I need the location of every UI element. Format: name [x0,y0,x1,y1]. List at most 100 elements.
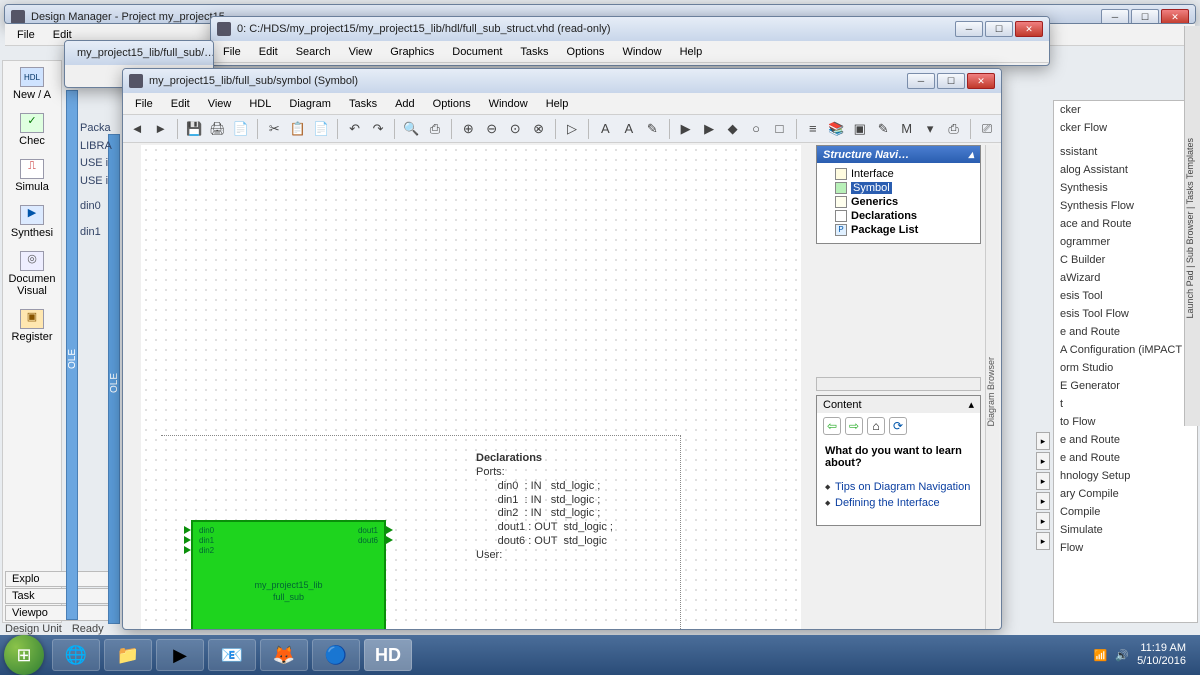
task-list-row[interactable]: Synthesis Flow [1054,197,1197,215]
taskbar-item[interactable]: ▶ [156,639,204,671]
minimize-button[interactable]: ─ [1101,9,1129,24]
toolbar-button[interactable]: 📚 [826,118,846,140]
pin-in[interactable]: din0 [199,526,214,535]
menu-item[interactable]: Tasks [341,96,385,112]
task-list-row[interactable]: E Generator [1054,377,1197,395]
menu-item[interactable]: Tasks [512,44,556,60]
task-list-row[interactable]: e and Route [1054,431,1197,449]
tray-icon[interactable]: 🔊 [1115,649,1129,662]
menu-item[interactable]: Graphics [382,44,442,60]
nav-item-packagelist[interactable]: PPackage List [835,223,976,237]
toolbar-button[interactable]: ▷ [562,118,582,140]
close-button[interactable]: ✕ [1015,21,1043,37]
dm-item-new[interactable]: HDLNew / A [3,61,61,107]
toolbar-button[interactable]: ⊖ [482,118,502,140]
maximize-button[interactable]: ☐ [1131,9,1159,24]
task-list-row[interactable]: C Builder [1054,251,1197,269]
toolbar-button[interactable]: 📄 [231,118,251,140]
toolbar-button[interactable]: 📋 [288,118,308,140]
nav-item-generics[interactable]: Generics [835,195,976,209]
menu-item[interactable]: Search [288,44,339,60]
task-list-row[interactable]: to Flow [1054,413,1197,431]
home-icon[interactable]: ⌂ [867,417,885,435]
toolbar-button[interactable]: ▶ [675,118,695,140]
sidebar-btn[interactable]: ▸ [1036,492,1050,510]
dm-item-synth[interactable]: ▶Synthesi [3,199,61,245]
toolbar-button[interactable]: 💾 [184,118,204,140]
nav-item-symbol[interactable]: Symbol [835,181,976,195]
pin-out[interactable]: dout1 [358,526,378,535]
toolbar-button[interactable]: ✎ [642,118,662,140]
diagram-browser-tab[interactable]: Diagram Browser [985,145,999,629]
sidebar-btn[interactable]: ▸ [1036,512,1050,530]
toolbar-button[interactable]: 📄 [311,118,331,140]
taskbar-item-active[interactable]: HD [364,639,412,671]
menu-file[interactable]: File [9,27,43,43]
toolbar-button[interactable]: 🔍 [401,118,421,140]
menu-item[interactable]: HDL [241,96,279,112]
close-button[interactable]: ✕ [967,73,995,89]
task-list-row[interactable]: aWizard [1054,269,1197,287]
maximize-button[interactable]: ☐ [985,21,1013,37]
toolbar-button[interactable]: M [896,118,916,140]
toolbar-button[interactable]: ○ [746,118,766,140]
task-list-row[interactable]: t [1054,395,1197,413]
sidebar-btn[interactable]: ▸ [1036,452,1050,470]
task-list-row[interactable]: ace and Route [1054,215,1197,233]
toolbar-button[interactable]: 🖨 [207,118,227,140]
toolbar-button[interactable]: ↶ [344,118,364,140]
sidebar-btn[interactable]: ▸ [1036,532,1050,550]
task-list-row[interactable]: ssistant [1054,143,1197,161]
tab-task[interactable]: Task [5,588,115,604]
menu-item[interactable]: View [200,96,240,112]
back-icon[interactable]: ⇦ [823,417,841,435]
task-list-row[interactable]: ogrammer [1054,233,1197,251]
toolbar-button[interactable]: ◆ [722,118,742,140]
toolbar-button[interactable]: A [595,118,615,140]
menu-item[interactable]: Help [538,96,577,112]
toolbar-button[interactable]: ≡ [803,118,823,140]
task-list-row[interactable]: ary Compile [1054,485,1197,503]
toolbar-button[interactable]: ⎚ [977,118,997,140]
help-link[interactable]: Defining the Interface [825,495,972,511]
task-list-row[interactable]: cker Flow [1054,119,1197,137]
menu-item[interactable]: Add [387,96,423,112]
sidebar-btn[interactable]: ▸ [1036,432,1050,450]
task-list-row[interactable]: A Configuration (iMPACT [1054,341,1197,359]
pin-in[interactable]: din2 [199,546,214,555]
minimize-button[interactable]: ─ [955,21,983,37]
ole-strip[interactable]: OLE [66,90,78,620]
toolbar-button[interactable]: ✂ [264,118,284,140]
toolbar-button[interactable]: A [619,118,639,140]
vhd-titlebar[interactable]: 0: C:/HDS/my_project15/my_project15_lib/… [211,17,1049,41]
menu-item[interactable]: View [341,44,381,60]
toolbar-button[interactable]: ↷ [368,118,388,140]
taskbar-item[interactable]: 📁 [104,639,152,671]
toolbar-button[interactable]: ⎙ [425,118,445,140]
nav-item-interface[interactable]: Interface [835,167,976,181]
toolbar-button[interactable]: ⊙ [505,118,525,140]
taskbar-item[interactable]: 📧 [208,639,256,671]
collapse-icon[interactable]: ▴ [968,148,974,161]
symbol-canvas[interactable]: Declarations Ports: din0 : IN std_logic … [141,145,801,629]
right-vertical-tabs[interactable]: Launch Pad | Sub Browser | Tasks Templat… [1184,26,1200,426]
task-list-row[interactable]: esis Tool Flow [1054,305,1197,323]
menu-item[interactable]: Help [672,44,711,60]
dm-item-register[interactable]: ▣Register [3,303,61,349]
task-list-row[interactable]: hnology Setup [1054,467,1197,485]
task-list-row[interactable]: alog Assistant [1054,161,1197,179]
menu-item[interactable]: Edit [251,44,286,60]
menu-item[interactable]: Window [614,44,669,60]
task-list-row[interactable]: orm Studio [1054,359,1197,377]
refresh-icon[interactable]: ⟳ [889,417,907,435]
menu-item[interactable]: Document [444,44,510,60]
task-list-row[interactable]: Flow [1054,539,1197,557]
menu-item[interactable]: File [215,44,249,60]
symbol-titlebar[interactable]: my_project15_lib/full_sub/symbol (Symbol… [123,69,1001,93]
hscroll[interactable] [816,377,981,391]
toolbar-button[interactable]: ⊗ [528,118,548,140]
symbol-block[interactable]: my_project15_lib full_sub din0 din1 din2… [191,520,386,629]
toolbar-button[interactable]: ◄ [127,118,147,140]
close-button[interactable]: ✕ [1161,9,1189,24]
menu-item[interactable]: Options [425,96,479,112]
